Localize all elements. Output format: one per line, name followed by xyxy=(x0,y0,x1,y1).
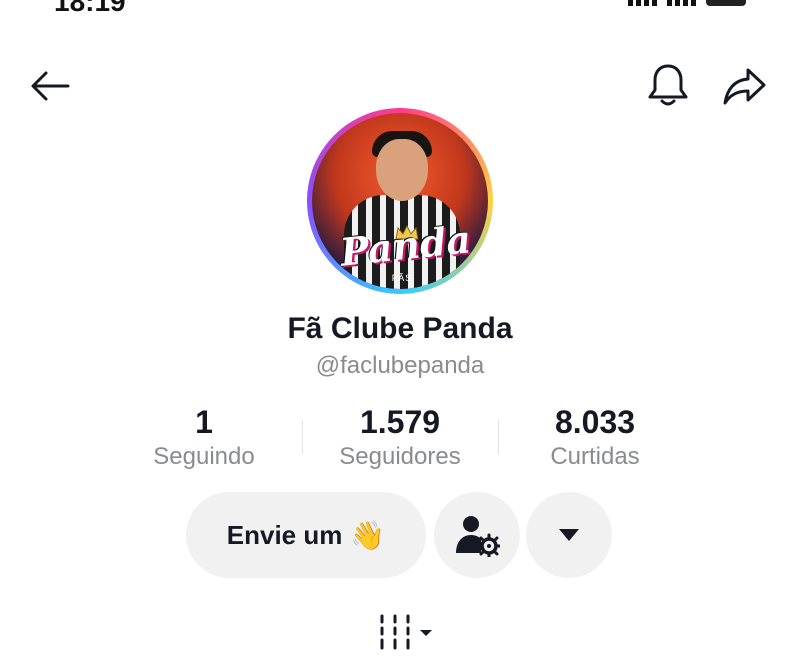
status-icons: 77 xyxy=(628,0,746,6)
cellular-signal-icon xyxy=(667,0,696,6)
waving-hand-icon: 👋 xyxy=(350,519,386,551)
stat-following[interactable]: 1 Seguindo xyxy=(114,404,294,471)
cellular-signal-icon xyxy=(628,0,657,6)
grid-lines-icon[interactable] xyxy=(378,612,440,652)
stat-value: 1.579 xyxy=(359,404,441,440)
stat-divider xyxy=(498,420,499,454)
stat-value: 8.033 xyxy=(554,404,636,440)
user-gear-icon xyxy=(456,516,500,557)
stat-label: Seguindo xyxy=(153,443,255,470)
more-options-button[interactable] xyxy=(526,492,612,578)
stat-label: Curtidas xyxy=(550,443,640,470)
avatar-logo-subtext: FÃS xyxy=(391,273,413,283)
share-arrow-icon[interactable] xyxy=(722,64,768,108)
username-handle: @faclubepanda xyxy=(315,352,485,379)
send-message-button[interactable]: Envie um 👋 xyxy=(186,492,426,578)
send-message-label: Envie um xyxy=(226,519,343,550)
user-settings-button[interactable] xyxy=(434,492,520,578)
caret-down-icon xyxy=(559,529,579,541)
avatar-image: Panda FÃS xyxy=(312,113,488,289)
profile-avatar[interactable]: Panda FÃS xyxy=(307,108,493,294)
battery-icon: 77 xyxy=(706,0,746,6)
status-time: 18:19 xyxy=(54,0,126,17)
stat-likes[interactable]: 8.033 Curtidas xyxy=(505,404,685,471)
stat-followers[interactable]: 1.579 Seguidores xyxy=(310,404,490,471)
display-name: Fã Clube Panda xyxy=(287,312,513,345)
stat-value: 1 xyxy=(195,404,213,440)
arrow-left-icon[interactable] xyxy=(28,64,72,108)
avatar-face xyxy=(376,139,428,201)
stat-label: Seguidores xyxy=(339,443,461,470)
stat-divider xyxy=(302,420,303,454)
bell-icon[interactable] xyxy=(646,62,690,108)
